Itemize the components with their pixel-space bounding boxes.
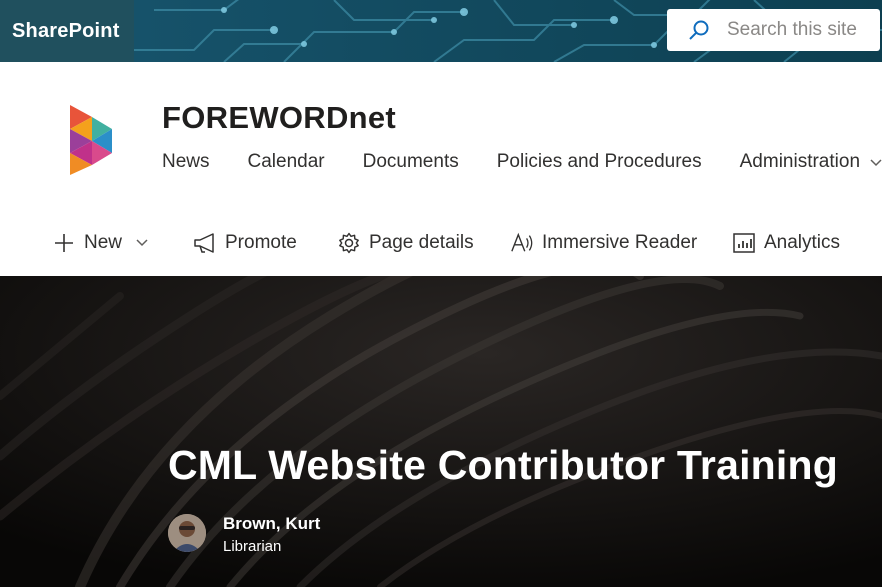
nav-item-administration[interactable]: Administration	[740, 151, 860, 173]
hero-banner: CML Website Contributor Training Brown, …	[0, 276, 882, 587]
search-icon	[687, 18, 711, 42]
site-header: FOREWORDnet News Calendar Documents Poli…	[0, 62, 882, 200]
chevron-down-icon	[136, 239, 148, 247]
hero-background-image	[0, 276, 882, 587]
page-title: CML Website Contributor Training	[168, 442, 838, 488]
page-details-button-label: Page details	[369, 232, 474, 253]
author-name[interactable]: Brown, Kurt	[223, 514, 320, 534]
app-launcher-title[interactable]: SharePoint	[0, 0, 134, 62]
author-info: Brown, Kurt Librarian	[223, 514, 320, 555]
megaphone-icon	[193, 231, 217, 255]
promote-button[interactable]: Promote	[193, 230, 297, 256]
search-box[interactable]: Search this site	[667, 9, 880, 51]
author-role: Librarian	[223, 538, 282, 555]
page-details-button[interactable]: Page details	[337, 230, 474, 256]
immersive-reader-button[interactable]: Immersive Reader	[510, 230, 697, 256]
site-navigation: News Calendar Documents Policies and Pro…	[162, 149, 882, 175]
author-photo	[168, 514, 206, 552]
avatar[interactable]	[168, 514, 206, 552]
new-button-label: New	[84, 232, 123, 253]
nav-item-news[interactable]: News	[162, 151, 210, 173]
immersive-reader-button-label: Immersive Reader	[542, 232, 698, 253]
gear-icon	[337, 231, 361, 255]
immersive-reader-icon	[510, 231, 534, 255]
analytics-button[interactable]: Analytics	[732, 230, 840, 256]
site-title[interactable]: FOREWORDnet	[162, 100, 396, 136]
new-button[interactable]: New	[52, 230, 148, 256]
forewordnet-logo-icon[interactable]	[70, 105, 112, 175]
nav-item-calendar[interactable]: Calendar	[248, 151, 325, 173]
nav-item-documents[interactable]: Documents	[363, 151, 459, 173]
chevron-down-icon[interactable]	[870, 158, 882, 168]
plus-icon	[52, 231, 76, 255]
search-placeholder: Search this site	[727, 19, 857, 40]
command-bar: New Promote Page details Immersive Reade…	[0, 200, 882, 276]
suite-bar: SharePoint Search this site	[0, 0, 882, 62]
nav-item-policies-and-procedures[interactable]: Policies and Procedures	[497, 151, 702, 173]
promote-button-label: Promote	[225, 232, 297, 253]
analytics-button-label: Analytics	[764, 232, 841, 253]
analytics-icon	[732, 231, 756, 255]
